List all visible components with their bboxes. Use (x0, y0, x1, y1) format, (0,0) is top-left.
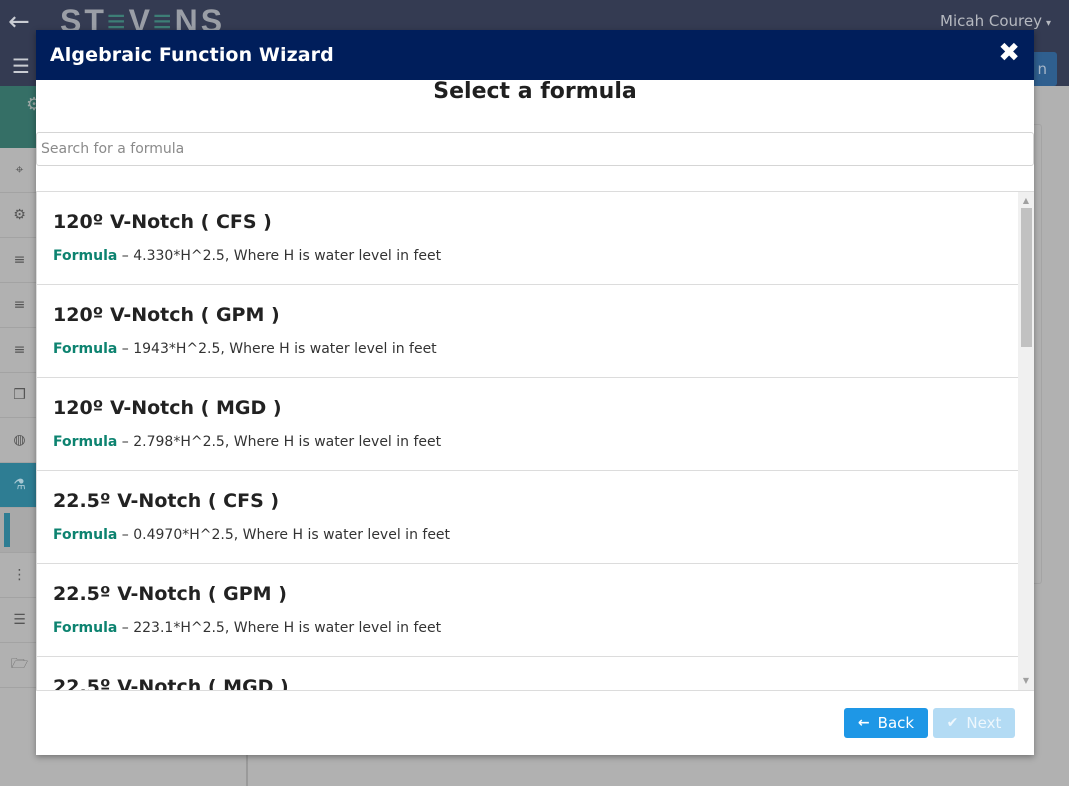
sidebar-item-sliders-1[interactable]: ≡ (0, 238, 39, 283)
formula-list-item[interactable]: 120º V-Notch ( MGD ) Formula – 2.798*H^2… (37, 378, 1018, 471)
globe-icon: ◍ (13, 432, 26, 448)
sidebar-item-flask[interactable]: ⚗ (0, 463, 39, 508)
formula-separator: – (121, 248, 129, 264)
step-title: Select a formula (433, 79, 637, 104)
formula-description: Formula – 223.1*H^2.5, Where H is water … (53, 620, 1018, 636)
hamburger-menu-icon[interactable]: ☰ (12, 54, 30, 78)
sidebar-item-more[interactable]: ⋮ (0, 553, 39, 598)
flask-icon: ⚗ (13, 477, 26, 493)
formula-name: 22.5º V-Notch ( CFS ) (53, 490, 280, 512)
back-button-label: Back (877, 714, 915, 732)
formula-list-item[interactable]: 22.5º V-Notch ( MGD ) (37, 657, 1018, 690)
list-scrollbar[interactable]: ▲ ▼ (1018, 192, 1034, 690)
back-arrow-icon[interactable]: ← (8, 8, 30, 36)
sidebar-item-satellite[interactable]: ⌖ (0, 148, 39, 193)
database-icon: ☰ (13, 612, 26, 628)
user-menu[interactable]: Micah Courey ▾ (940, 12, 1051, 30)
sidebar-nav: ⌖ ⚙ ≡ ≡ ≡ ❒ ◍ ⚗ ⋮ ☰ 🗁 (0, 148, 40, 688)
formula-expression: 1943*H^2.5, Where H is water level in fe… (133, 341, 437, 357)
sliders-icon: ≡ (13, 297, 26, 313)
formula-separator: – (121, 341, 129, 357)
formula-expression: 2.798*H^2.5, Where H is water level in f… (133, 434, 442, 450)
formula-description: Formula – 2.798*H^2.5, Where H is water … (53, 434, 1018, 450)
sidebar-item-sliders-3[interactable]: ≡ (0, 328, 39, 373)
scroll-up-arrow-icon[interactable]: ▲ (1018, 194, 1034, 208)
formula-label: Formula (53, 527, 118, 543)
gear-icon: ⚙ (13, 207, 26, 223)
formula-list-container: 120º V-Notch ( CFS ) Formula – 4.330*H^2… (36, 191, 1034, 691)
more-icon: ⋮ (12, 567, 27, 583)
active-indicator (4, 513, 10, 547)
formula-description: Formula – 4.330*H^2.5, Where H is water … (53, 248, 1018, 264)
sidebar-item-cubes[interactable]: ❒ (0, 373, 39, 418)
formula-expression: 223.1*H^2.5, Where H is water level in f… (133, 620, 442, 636)
formula-label: Formula (53, 434, 118, 450)
sidebar-item-globe[interactable]: ◍ (0, 418, 39, 463)
formula-name: 120º V-Notch ( MGD ) (53, 397, 282, 419)
satellite-icon: ⌖ (15, 162, 24, 178)
scroll-down-arrow-icon[interactable]: ▼ (1018, 674, 1034, 688)
back-button[interactable]: ← Back (844, 708, 928, 738)
check-icon: ✔ (946, 715, 959, 731)
next-button[interactable]: ✔ Next (933, 708, 1015, 738)
formula-list: 120º V-Notch ( CFS ) Formula – 4.330*H^2… (36, 192, 1018, 690)
formula-name: 22.5º V-Notch ( MGD ) (53, 676, 289, 690)
formula-name: 120º V-Notch ( GPM ) (53, 304, 280, 326)
sidebar-item-folder[interactable]: 🗁 (0, 643, 39, 688)
folder-open-icon: 🗁 (10, 656, 29, 672)
scrollbar-thumb[interactable] (1021, 208, 1032, 347)
sliders-icon: ≡ (13, 252, 26, 268)
formula-separator: – (121, 527, 129, 543)
modal-header: Algebraic Function Wizard ✖ (36, 30, 1034, 80)
algebraic-function-wizard-modal: Algebraic Function Wizard ✖ Select a for… (36, 30, 1034, 755)
caret-down-icon: ▾ (1045, 18, 1051, 29)
cubes-icon: ❒ (13, 387, 26, 403)
formula-search-input[interactable] (36, 132, 1034, 166)
user-name: Micah Courey (940, 12, 1042, 30)
modal-title: Algebraic Function Wizard (50, 44, 334, 66)
formula-label: Formula (53, 620, 118, 636)
formula-list-item[interactable]: 22.5º V-Notch ( CFS ) Formula – 0.4970*H… (37, 471, 1018, 564)
sidebar-item-settings[interactable]: ⚙ (0, 193, 39, 238)
close-icon[interactable]: ✖ (998, 39, 1020, 67)
formula-expression: 0.4970*H^2.5, Where H is water level in … (133, 527, 451, 543)
formula-label: Formula (53, 341, 118, 357)
formula-list-item[interactable]: 22.5º V-Notch ( GPM ) Formula – 223.1*H^… (37, 564, 1018, 657)
formula-label: Formula (53, 248, 118, 264)
formula-expression: 4.330*H^2.5, Where H is water level in f… (133, 248, 442, 264)
formula-separator: – (121, 620, 129, 636)
formula-description: Formula – 0.4970*H^2.5, Where H is water… (53, 527, 1018, 543)
sidebar-item-database[interactable]: ☰ (0, 598, 39, 643)
sliders-icon: ≡ (13, 342, 26, 358)
formula-list-item[interactable]: 120º V-Notch ( CFS ) Formula – 4.330*H^2… (37, 192, 1018, 285)
formula-description: Formula – 1943*H^2.5, Where H is water l… (53, 341, 1018, 357)
search-wrapper (36, 132, 1034, 166)
formula-name: 120º V-Notch ( CFS ) (53, 211, 272, 233)
sidebar-subitem[interactable] (0, 508, 39, 553)
formula-list-item[interactable]: 120º V-Notch ( GPM ) Formula – 1943*H^2.… (37, 285, 1018, 378)
formula-name: 22.5º V-Notch ( GPM ) (53, 583, 287, 605)
formula-separator: – (121, 434, 129, 450)
arrow-left-icon: ← (857, 715, 870, 731)
modal-footer: ← Back ✔ Next (36, 691, 1034, 755)
next-button-label: Next (966, 714, 1002, 732)
sidebar-item-sliders-2[interactable]: ≡ (0, 283, 39, 328)
